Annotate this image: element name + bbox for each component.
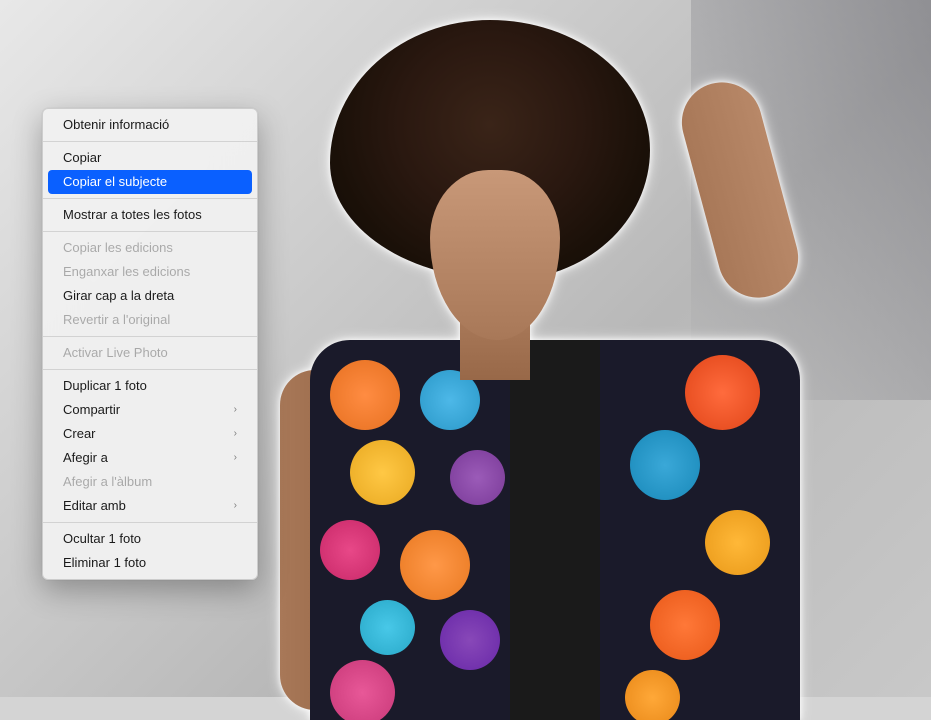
subject-selection-glow — [280, 20, 840, 690]
chevron-right-icon: › — [234, 425, 237, 443]
menu-item-label: Girar cap a la dreta — [63, 287, 174, 305]
menu-separator — [43, 198, 257, 199]
menu-item-activate-live-photo: Activar Live Photo — [43, 341, 257, 365]
jacket-pattern — [450, 450, 505, 505]
menu-item-label: Copiar el subjecte — [63, 173, 167, 191]
menu-item-label: Afegir a — [63, 449, 108, 467]
menu-item-copy[interactable]: Copiar — [43, 146, 257, 170]
menu-item-label: Editar amb — [63, 497, 126, 515]
jacket-pattern — [330, 660, 395, 720]
menu-separator — [43, 522, 257, 523]
menu-item-create[interactable]: Crear › — [43, 422, 257, 446]
menu-item-label: Eliminar 1 foto — [63, 554, 146, 572]
menu-item-hide-photo[interactable]: Ocultar 1 foto — [43, 527, 257, 551]
jacket-pattern — [650, 590, 720, 660]
menu-item-show-in-all-photos[interactable]: Mostrar a totes les fotos — [43, 203, 257, 227]
menu-item-rotate-right[interactable]: Girar cap a la dreta — [43, 284, 257, 308]
menu-item-label: Revertir a l'original — [63, 311, 170, 329]
menu-item-revert-original: Revertir a l'original — [43, 308, 257, 332]
context-menu: Obtenir informació Copiar Copiar el subjec… — [42, 108, 258, 580]
menu-item-label: Mostrar a totes les fotos — [63, 206, 202, 224]
photo-subject — [280, 20, 840, 690]
jacket-pattern — [630, 430, 700, 500]
jacket-pattern — [685, 355, 760, 430]
menu-item-label: Activar Live Photo — [63, 344, 168, 362]
menu-item-label: Enganxar les edicions — [63, 263, 190, 281]
menu-item-label: Ocultar 1 foto — [63, 530, 141, 548]
menu-item-label: Afegir a l'àlbum — [63, 473, 152, 491]
chevron-right-icon: › — [234, 401, 237, 419]
menu-item-label: Copiar — [63, 149, 101, 167]
menu-item-delete-photo[interactable]: Eliminar 1 foto — [43, 551, 257, 575]
jacket-pattern — [440, 610, 500, 670]
menu-separator — [43, 141, 257, 142]
jacket-pattern — [360, 600, 415, 655]
menu-item-label: Crear — [63, 425, 96, 443]
jacket-pattern — [320, 520, 380, 580]
menu-separator — [43, 231, 257, 232]
subject-jacket — [310, 340, 800, 720]
menu-item-copy-edits: Copiar les edicions — [43, 236, 257, 260]
chevron-right-icon: › — [234, 449, 237, 467]
menu-item-label: Obtenir informació — [63, 116, 169, 134]
menu-item-copy-subject[interactable]: Copiar el subjecte — [48, 170, 252, 194]
menu-item-paste-edits: Enganxar les edicions — [43, 260, 257, 284]
menu-item-share[interactable]: Compartir › — [43, 398, 257, 422]
menu-item-label: Compartir — [63, 401, 120, 419]
menu-separator — [43, 336, 257, 337]
menu-item-edit-with[interactable]: Editar amb › — [43, 494, 257, 518]
menu-item-add-to-album: Afegir a l'àlbum — [43, 470, 257, 494]
subject-face — [430, 170, 560, 340]
menu-separator — [43, 369, 257, 370]
jacket-pattern — [705, 510, 770, 575]
menu-item-get-info[interactable]: Obtenir informació — [43, 113, 257, 137]
jacket-pattern — [330, 360, 400, 430]
menu-item-add-to[interactable]: Afegir a › — [43, 446, 257, 470]
chevron-right-icon: › — [234, 497, 237, 515]
jacket-center — [510, 340, 600, 720]
subject-arm — [673, 73, 807, 306]
jacket-pattern — [625, 670, 680, 720]
jacket-pattern — [400, 530, 470, 600]
menu-item-label: Duplicar 1 foto — [63, 377, 147, 395]
menu-item-label: Copiar les edicions — [63, 239, 173, 257]
menu-item-duplicate-photo[interactable]: Duplicar 1 foto — [43, 374, 257, 398]
jacket-pattern — [350, 440, 415, 505]
